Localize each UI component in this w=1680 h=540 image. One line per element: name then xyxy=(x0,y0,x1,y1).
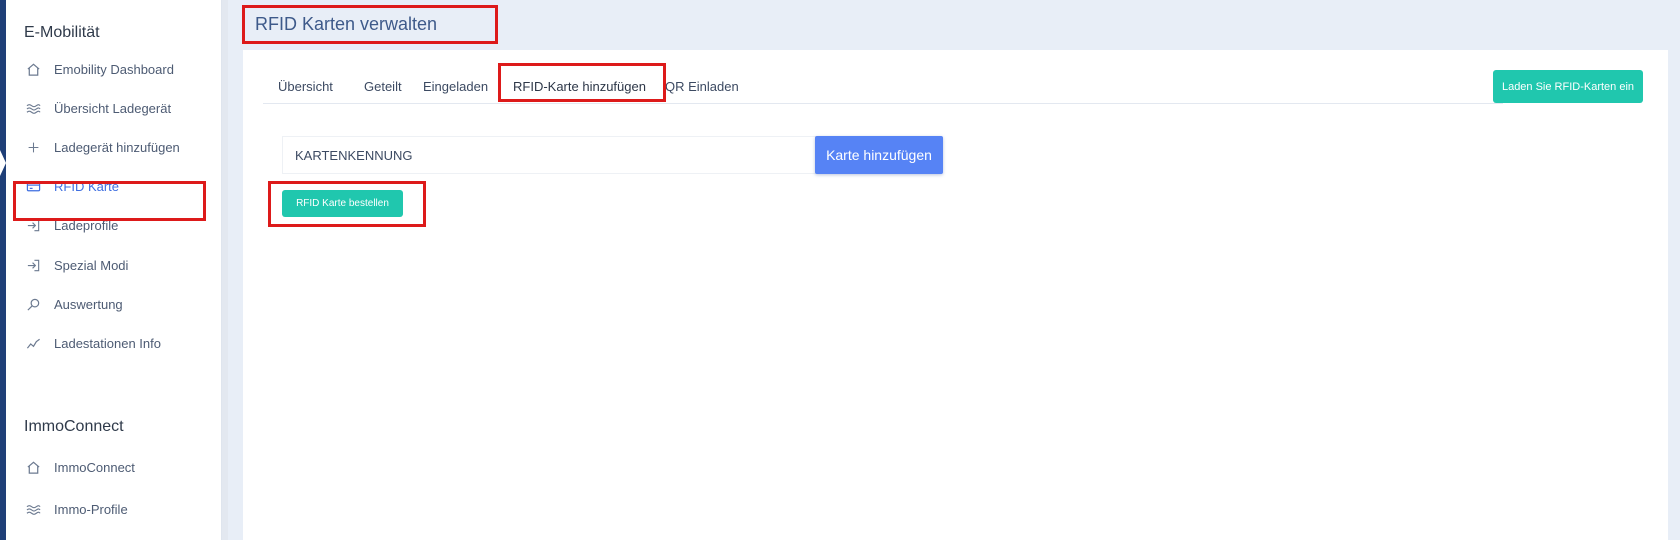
plus-icon xyxy=(24,138,42,156)
sidebar-item-label: Übersicht Ladegerät xyxy=(54,100,172,116)
card-id-input[interactable] xyxy=(282,136,816,174)
sidebar-item-uebersicht-ladegeraet[interactable]: Übersicht Ladegerät xyxy=(24,95,214,121)
sidebar-gutter xyxy=(222,0,228,540)
sidebar-item-label: Ladegerät hinzufügen xyxy=(54,139,180,155)
tab-geteilt[interactable]: Geteilt xyxy=(364,70,402,104)
waves-icon xyxy=(24,99,42,117)
sidebar-section-title-immoconnect: ImmoConnect xyxy=(24,418,124,435)
sidebar-item-spezial-modi[interactable]: Spezial Modi xyxy=(24,252,214,278)
add-card-button[interactable]: Karte hinzufügen xyxy=(815,136,943,174)
tab-rfid-karte-hinzufuegen[interactable]: RFID-Karte hinzufügen xyxy=(513,70,646,104)
search-icon xyxy=(24,295,42,313)
sidebar-item-label: Immo-Profile xyxy=(54,501,128,517)
sidebar-item-label: Spezial Modi xyxy=(54,257,129,273)
home-icon xyxy=(24,458,42,476)
sidebar-item-ladegeraet-hinzufuegen[interactable]: Ladegerät hinzufügen xyxy=(24,134,214,160)
card-icon xyxy=(24,177,42,195)
order-rfid-card-button[interactable]: RFID Karte bestellen xyxy=(282,190,403,217)
tab-bar: Übersicht Geteilt Eingeladen RFID-Karte … xyxy=(263,63,1503,104)
sidebar-item-ladeprofile[interactable]: Ladeprofile xyxy=(24,212,214,238)
sidebar: E-Mobilität Emobility Dashboard Übersich… xyxy=(6,0,222,540)
login-icon xyxy=(24,256,42,274)
page-title: RFID Karten verwalten xyxy=(255,14,438,34)
waves-icon xyxy=(24,500,42,518)
tab-qr-einladen[interactable]: QR Einladen xyxy=(665,70,739,104)
tab-uebersicht[interactable]: Übersicht xyxy=(278,70,333,104)
load-rfid-cards-button[interactable]: Laden Sie RFID-Karten ein xyxy=(1493,70,1643,103)
sidebar-item-label: Auswertung xyxy=(54,296,123,312)
sidebar-item-immo-profile[interactable]: Immo-Profile xyxy=(24,496,214,522)
login-icon xyxy=(24,216,42,234)
sidebar-section-title-emobility: E-Mobilität xyxy=(24,24,100,41)
sidebar-item-label: RFID Karte xyxy=(54,178,120,194)
sidebar-item-emobility-dashboard[interactable]: Emobility Dashboard xyxy=(24,56,214,82)
tab-eingeladen[interactable]: Eingeladen xyxy=(423,70,488,104)
sidebar-item-label: Emobility Dashboard xyxy=(54,61,174,77)
sidebar-item-label: Ladestationen Info xyxy=(54,335,161,351)
sidebar-item-label: ImmoConnect xyxy=(54,459,135,475)
sidebar-item-auswertung[interactable]: Auswertung xyxy=(24,291,214,317)
trend-icon xyxy=(24,334,42,352)
sidebar-item-label: Ladeprofile xyxy=(54,217,119,233)
main-card: Übersicht Geteilt Eingeladen RFID-Karte … xyxy=(243,50,1668,540)
home-icon xyxy=(24,60,42,78)
sidebar-item-ladestationen-info[interactable]: Ladestationen Info xyxy=(24,330,214,356)
sidebar-item-rfid-karte[interactable]: RFID Karte xyxy=(24,173,214,199)
sidebar-item-immoconnect[interactable]: ImmoConnect xyxy=(24,454,214,480)
